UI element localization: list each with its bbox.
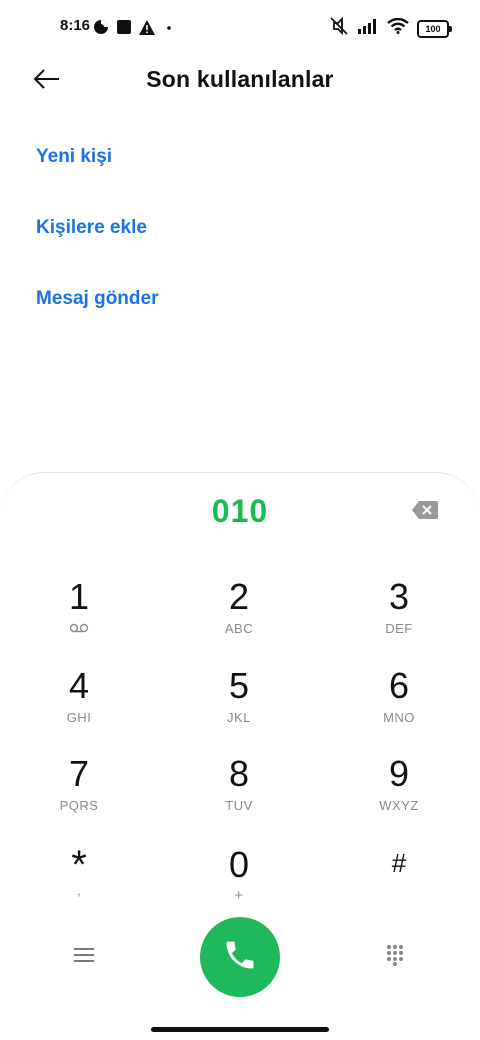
- status-left-icons: [93, 19, 176, 40]
- status-bar: 8:16 100: [0, 0, 480, 56]
- signal-icon: [357, 18, 379, 39]
- mute-icon: [329, 16, 349, 40]
- dot-icon: [162, 20, 176, 39]
- key-letters: WXYZ: [379, 798, 419, 813]
- key-digit: 5: [228, 665, 250, 706]
- key-0[interactable]: 0 +: [179, 845, 299, 925]
- key-8[interactable]: 8 TUV: [179, 754, 299, 834]
- send-message-link[interactable]: Mesaj gönder: [36, 288, 158, 310]
- dialpad-toggle-button[interactable]: [373, 935, 417, 979]
- key-letters: +: [234, 887, 244, 904]
- call-button[interactable]: [200, 917, 280, 997]
- menu-icon: [74, 947, 94, 968]
- key-letters: ABC: [224, 621, 254, 636]
- key-digit: 4: [68, 665, 90, 706]
- key-6[interactable]: 6 MNO: [339, 666, 459, 746]
- dialpad-icon: [386, 944, 404, 971]
- backspace-button[interactable]: [412, 501, 444, 523]
- key-letters: DEF: [385, 621, 413, 636]
- key-2[interactable]: 2 ABC: [179, 577, 299, 657]
- key-letters: TUV: [225, 798, 253, 813]
- key-5[interactable]: 5 JKL: [179, 666, 299, 746]
- key-letters: GHI: [66, 710, 92, 725]
- status-right-icons: 100: [329, 16, 452, 40]
- phone-icon: [222, 937, 258, 978]
- key-digit: 2: [228, 576, 250, 617]
- key-9[interactable]: 9 WXYZ: [339, 754, 459, 834]
- backspace-icon: [412, 501, 438, 523]
- dialer-panel: 010 1 2 ABC 3 DEF 4 GHI 5 JKL 6 MNO 7 PQ…: [0, 472, 480, 1040]
- add-to-contacts-link[interactable]: Kişilere ekle: [36, 217, 147, 239]
- home-indicator[interactable]: [151, 1027, 329, 1032]
- new-contact-link[interactable]: Yeni kişi: [36, 146, 112, 168]
- key-digit: 1: [68, 576, 90, 617]
- key-3[interactable]: 3 DEF: [339, 577, 459, 657]
- menu-button[interactable]: [62, 935, 106, 979]
- app-header: Son kullanılanlar: [0, 56, 480, 104]
- key-star[interactable]: * ,: [19, 845, 139, 925]
- key-digit: 9: [388, 753, 410, 794]
- key-letters: MNO: [383, 710, 415, 725]
- key-7[interactable]: 7 PQRS: [19, 754, 139, 834]
- square-notification-icon: [116, 19, 132, 40]
- key-digit: 6: [388, 665, 410, 706]
- key-digit: *: [71, 843, 87, 887]
- status-time: 8:16: [60, 17, 91, 34]
- key-digit: 3: [388, 576, 410, 617]
- battery-icon: 100: [417, 19, 452, 38]
- key-digit: 8: [228, 753, 250, 794]
- key-digit: #: [391, 848, 407, 878]
- warning-icon: [139, 19, 155, 40]
- wifi-icon: [387, 17, 409, 39]
- data-saver-icon: [93, 19, 109, 40]
- key-1[interactable]: 1: [19, 577, 139, 657]
- page-title: Son kullanılanlar: [146, 66, 334, 92]
- screen: 8:16 100 Son kullanılanlar Yeni kişi Kiş…: [0, 0, 480, 1040]
- key-digit: 0: [228, 844, 250, 885]
- key-4[interactable]: 4 GHI: [19, 666, 139, 746]
- voicemail-icon: [69, 621, 89, 633]
- key-letters: JKL: [227, 710, 251, 725]
- key-digit: 7: [68, 753, 90, 794]
- key-letters: ,: [76, 883, 82, 898]
- dialed-number[interactable]: 010: [0, 493, 480, 530]
- key-hash[interactable]: #: [339, 845, 459, 925]
- key-letters: PQRS: [59, 798, 99, 813]
